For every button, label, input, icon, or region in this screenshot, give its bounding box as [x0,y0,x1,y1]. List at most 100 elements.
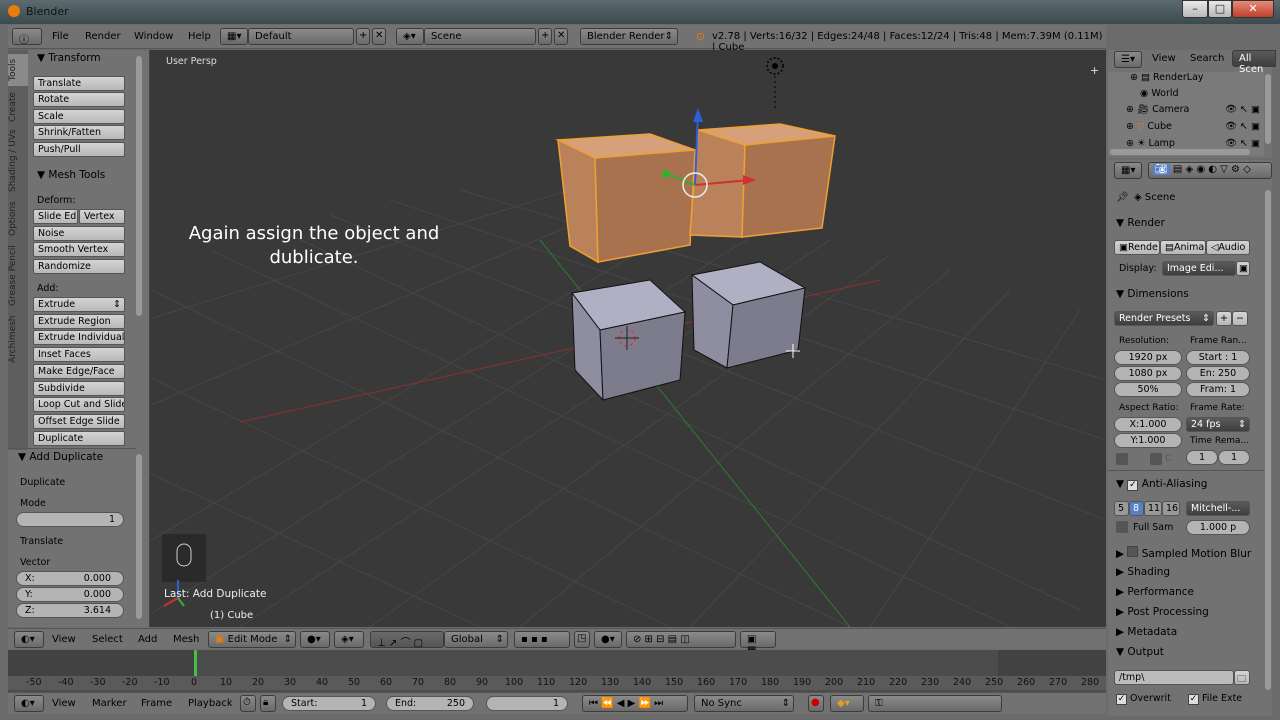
render-image-button[interactable]: ▣Rende [1114,240,1160,255]
outliner-item-camera[interactable]: ⊕ 🎥︎ Camera 👁︎ ↖ ▣ [1126,104,1264,115]
resolution-y-field[interactable]: 1080 px [1114,366,1182,381]
remove-preset-icon[interactable]: − [1232,311,1248,326]
aa-samples-11[interactable]: 11 [1144,501,1162,516]
shading-panel-title[interactable]: ▶ Shading [1116,566,1170,578]
select-mode-toggles[interactable]: ▪ ▪ ▪ [514,631,570,648]
manipulator-toggles[interactable]: ⊥ ↗ ⌒ ▢ [370,631,444,649]
menu-select[interactable]: Select [92,634,123,645]
limit-selection-icon[interactable]: ◳ [574,631,590,648]
menu-window[interactable]: Window [134,31,173,42]
file-extensions-checkbox[interactable]: ✓ File Exte [1188,693,1242,705]
vector-y-field[interactable]: Y: 0.000 [16,587,124,602]
tab-options[interactable]: Options [8,198,28,240]
outliner-item-cube[interactable]: ⊕ ▽ Cube 👁︎ ↖ ▣ [1126,121,1264,132]
outliner-menu-view[interactable]: View [1152,53,1176,64]
noise-button[interactable]: Noise [33,226,125,241]
render-animation-button[interactable]: ▤Anima [1160,240,1206,255]
preview-range-icon[interactable]: ⏱ [240,695,256,712]
output-panel-title[interactable]: ▼ Output [1116,646,1164,658]
current-frame-marker[interactable] [194,650,197,676]
add-layout-icon[interactable]: + [356,28,370,45]
y-arrow-head-icon[interactable] [662,170,670,178]
aspect-y-field[interactable]: Y:1.000 [1114,433,1182,448]
minimize-button[interactable]: – [1182,0,1208,18]
translate-button[interactable]: Translate [33,76,125,91]
keying-icon[interactable]: ◆▾ [830,695,864,712]
timeline-menu-playback[interactable]: Playback [188,698,233,709]
timeline-menu-marker[interactable]: Marker [92,698,127,709]
filter-size-field[interactable]: 1.000 p [1186,520,1250,535]
selected-cube-left[interactable] [555,133,696,264]
tab-create[interactable]: Create [8,90,28,124]
aa-samples-8[interactable]: 8 [1129,501,1144,516]
motion-blur-panel-title[interactable]: ▶ Sampled Motion Blur [1116,546,1251,560]
offset-edge-slide-button[interactable]: Offset Edge Slide [33,414,125,429]
metadata-panel-title[interactable]: ▶ Metadata [1116,626,1177,638]
editor-type-3d-icon[interactable]: ◐▾ [14,631,44,648]
menu-mesh[interactable]: Mesh [173,634,199,645]
properties-context-tabs[interactable]: 📷︎ ▤ ◈ ◉ ◐ ▽ ⚙ ◇ [1148,162,1272,179]
screen-layout-icon[interactable]: ▦▾ [220,28,248,45]
loop-cut-slide-button[interactable]: Loop Cut and Slide [33,397,125,412]
render-audio-button[interactable]: ◁Audio [1206,240,1250,255]
outliner-item-lamp[interactable]: ⊕ ☀︎ Lamp 👁︎ ↖ ▣ [1126,138,1264,149]
record-icon[interactable]: ● [808,695,824,712]
outliner-item-world[interactable]: ◉ World [1140,88,1179,99]
menu-add[interactable]: Add [138,634,157,645]
subdivide-button[interactable]: Subdivide [33,381,125,396]
frame-end-field[interactable]: En: 250 [1186,366,1250,381]
remove-scene-icon[interactable]: ✕ [554,28,568,45]
orientation-select[interactable]: Global ⇕ [444,631,508,648]
crop-checkbox[interactable] [1150,453,1162,465]
inset-faces-button[interactable]: Inset Faces [33,347,125,362]
output-path-field[interactable]: /tmp\ [1114,670,1234,685]
pin-icon[interactable]: 📌︎ [1116,192,1129,203]
aa-filter-select[interactable]: Mitchell-... [1186,501,1250,516]
cube-left[interactable] [571,279,687,402]
tool-shelf-scrollbar[interactable] [136,56,142,316]
full-sample-checkbox[interactable] [1116,521,1128,533]
resolution-x-field[interactable]: 1920 px [1114,350,1182,365]
pivot-select[interactable]: ◈▾ [334,631,364,648]
fps-select[interactable]: 24 fps ⇕ [1186,417,1250,432]
dimensions-panel-title[interactable]: ▼ Dimensions [1116,288,1189,300]
menu-file[interactable]: File [52,31,69,42]
time-remap-old-field[interactable]: 1 [1186,450,1218,465]
vertex-slide-button[interactable]: Vertex [79,209,125,224]
close-window-button[interactable]: ✕ [1232,0,1274,18]
vector-x-field[interactable]: X: 0.000 [16,571,124,586]
transform-panel-title[interactable]: ▼ Transform [37,52,101,64]
shrink-fatten-button[interactable]: Shrink/Fatten [33,125,125,140]
border-checkbox[interactable] [1116,453,1128,465]
smooth-vertex-button[interactable]: Smooth Vertex [33,242,125,257]
render-slot-icon[interactable]: ▣ [1236,261,1250,276]
display-select[interactable]: Image Edi... [1162,261,1236,276]
menu-view[interactable]: View [52,634,76,645]
end-frame-field[interactable]: End: 250 [386,696,474,711]
screen-layout-select[interactable]: Default [248,28,354,45]
aa-samples-16[interactable]: 16 [1162,501,1180,516]
tab-shading-uvs[interactable]: Shading / UVs [8,128,28,194]
make-edge-face-button[interactable]: Make Edge/Face [33,364,125,379]
randomize-button[interactable]: Randomize [33,259,125,274]
performance-panel-title[interactable]: ▶ Performance [1116,586,1194,598]
remove-layout-icon[interactable]: ✕ [372,28,386,45]
scene-icon[interactable]: ◈▾ [396,28,424,45]
folder-icon[interactable]: 🗀︎ [1234,670,1250,685]
render-preview-icons[interactable]: ▣ ▦ [740,631,776,656]
mode-field[interactable]: 1 [16,512,124,527]
resolution-percent-field[interactable]: 50% [1114,382,1182,397]
tab-tools[interactable]: Tools [8,54,28,86]
slide-edge-button[interactable]: Slide Ed [33,209,78,224]
overwrite-checkbox[interactable]: ✓ Overwrit [1116,693,1171,705]
extrude-individual-button[interactable]: Extrude Individual [33,330,125,345]
editor-type-outliner-icon[interactable]: ☰▾ [1114,51,1142,68]
aspect-x-field[interactable]: X:1.000 [1114,417,1182,432]
outliner-filter-select[interactable]: All Scen [1232,50,1276,75]
mode-select[interactable]: ▣ Edit Mode ⇕ [208,631,296,648]
timeline-menu-frame[interactable]: Frame [141,698,172,709]
properties-scrollbar[interactable] [1265,190,1271,690]
timeline-menu-view[interactable]: View [52,698,76,709]
frame-start-field[interactable]: Start : 1 [1186,350,1250,365]
push-pull-button[interactable]: Push/Pull [33,142,125,157]
